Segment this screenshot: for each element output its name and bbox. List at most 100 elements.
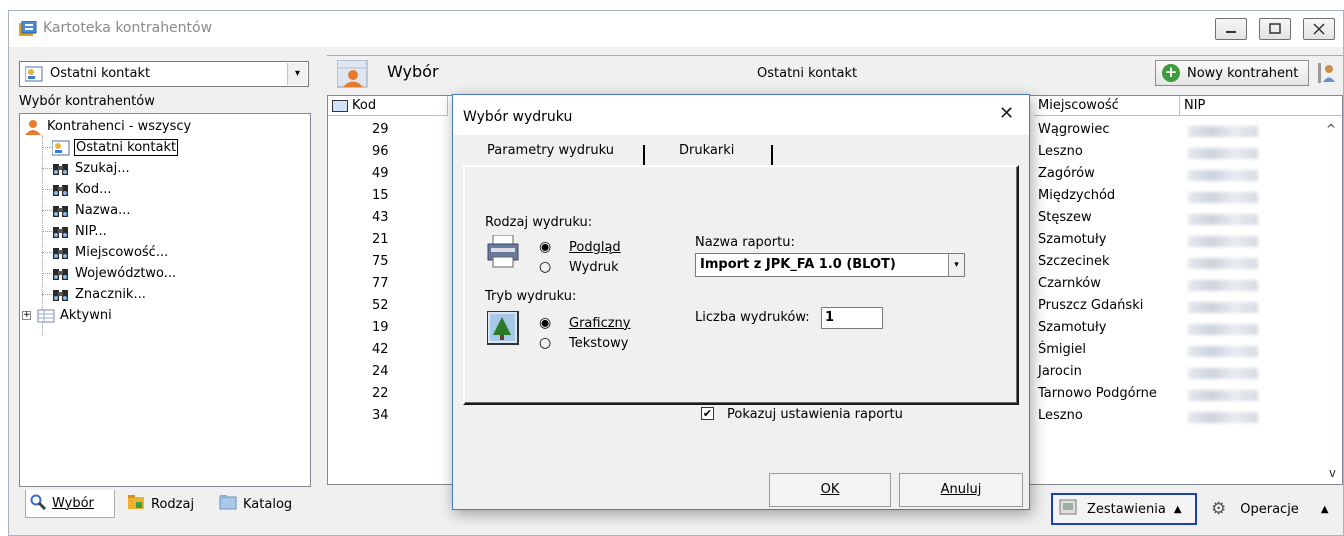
ok-button[interactable]: OK bbox=[769, 473, 891, 507]
kod-cell[interactable]: 75 bbox=[372, 254, 389, 269]
report-icon bbox=[1059, 499, 1077, 519]
tree-item-kod[interactable]: Kod... bbox=[52, 179, 111, 200]
tree-item-szukaj[interactable]: Szukaj... bbox=[52, 158, 130, 179]
tree-item-ostatni[interactable]: Ostatni kontakt bbox=[51, 137, 179, 158]
nip-cell-redacted[interactable] bbox=[1188, 148, 1258, 159]
city-cell[interactable]: Jarocin bbox=[1038, 364, 1082, 379]
chevron-down-icon[interactable]: ▾ bbox=[948, 254, 964, 276]
tab-rodzaj[interactable]: Rodzaj bbox=[123, 490, 211, 518]
chevron-down-icon[interactable]: ▾ bbox=[287, 63, 307, 85]
column-icon bbox=[332, 99, 348, 112]
city-cell[interactable]: Leszno bbox=[1038, 144, 1083, 159]
show-settings-checkbox[interactable]: ✔ bbox=[701, 407, 714, 420]
folder-color-icon bbox=[127, 494, 145, 514]
tree-item-all[interactable]: Kontrahenci - wszyscy bbox=[24, 116, 191, 137]
city-cell[interactable]: Leszno bbox=[1038, 408, 1083, 423]
kod-cell[interactable]: 42 bbox=[372, 342, 389, 357]
nip-cell-redacted[interactable] bbox=[1188, 390, 1258, 401]
report-name-combo[interactable]: Import z JPK_FA 1.0 (BLOT) ▾ bbox=[695, 253, 965, 277]
tree-item-wojewodztwo[interactable]: Województwo... bbox=[52, 263, 176, 284]
city-cell[interactable]: Śmigiel bbox=[1038, 342, 1086, 357]
nazwa-label: Nazwa raportu: bbox=[695, 235, 795, 250]
print-dialog: Wybór wydruku ✕ Parametry wydruku Drukar… bbox=[452, 94, 1030, 510]
app-icon bbox=[19, 20, 37, 37]
liczba-label: Liczba wydruków: bbox=[695, 310, 810, 325]
minimize-button[interactable] bbox=[1215, 18, 1247, 40]
city-cell[interactable]: Czarnków bbox=[1038, 276, 1101, 291]
column-header-nip[interactable]: NIP bbox=[1180, 96, 1342, 116]
tab-wybor[interactable]: Wybór bbox=[25, 490, 115, 518]
nip-cell-redacted[interactable] bbox=[1188, 126, 1258, 137]
nip-cell-redacted[interactable] bbox=[1188, 280, 1258, 291]
new-contractor-button[interactable]: + Nowy kontrahent bbox=[1155, 60, 1309, 86]
kod-cell[interactable]: 15 bbox=[372, 188, 389, 203]
radio-tekstowy[interactable]: ○ Tekstowy bbox=[539, 335, 628, 351]
city-cell[interactable]: Międzychód bbox=[1038, 188, 1115, 203]
tab-separator bbox=[643, 145, 645, 165]
column-header-city[interactable]: Miejscowość bbox=[1034, 96, 1180, 116]
nip-cell-redacted[interactable] bbox=[1188, 368, 1258, 379]
cancel-button[interactable]: Anuluj bbox=[899, 473, 1023, 507]
city-cell[interactable]: Szamotuły bbox=[1038, 320, 1106, 335]
city-cell[interactable]: Pruszcz Gdański bbox=[1038, 298, 1143, 313]
city-cell[interactable]: Tarnowo Podgórne bbox=[1038, 386, 1157, 401]
radio-wydruk[interactable]: ○ Wydruk bbox=[539, 259, 619, 275]
nip-cell-redacted[interactable] bbox=[1188, 412, 1258, 423]
scroll-up-icon[interactable]: ^ bbox=[1326, 122, 1336, 136]
checkbox-label: Pokazuj ustawienia raportu bbox=[727, 407, 903, 422]
tree-item-miejscowosc[interactable]: Miejscowość... bbox=[52, 242, 168, 263]
kod-cell[interactable]: 22 bbox=[372, 386, 389, 401]
table-icon bbox=[37, 308, 55, 324]
nip-cell-redacted[interactable] bbox=[1188, 170, 1258, 181]
tree-item-aktywni[interactable]: + Aktywni bbox=[22, 305, 112, 326]
maximize-button[interactable] bbox=[1259, 18, 1291, 40]
nip-cell-redacted[interactable] bbox=[1188, 236, 1258, 247]
scroll-down-icon[interactable]: v bbox=[1329, 466, 1336, 480]
kod-cell[interactable]: 24 bbox=[372, 364, 389, 379]
radio-graficzny[interactable]: ◉ Graficzny bbox=[539, 315, 630, 331]
tab-separator bbox=[771, 145, 773, 165]
binoculars-icon bbox=[52, 161, 70, 177]
kod-cell[interactable]: 34 bbox=[372, 408, 389, 423]
close-window-button[interactable] bbox=[1303, 18, 1335, 40]
kod-cell[interactable]: 29 bbox=[372, 122, 389, 137]
tree-item-nip[interactable]: NIP... bbox=[52, 221, 107, 242]
copies-input[interactable]: 1 bbox=[821, 307, 883, 329]
chevron-up-icon: ▲ bbox=[1320, 503, 1329, 515]
kod-cell[interactable]: 96 bbox=[372, 144, 389, 159]
city-cell[interactable]: Wągrowiec bbox=[1038, 122, 1109, 137]
column-header-kod[interactable]: Kod bbox=[328, 96, 448, 116]
filter-combo[interactable]: Ostatni kontakt ▾ bbox=[19, 61, 309, 87]
kod-cell[interactable]: 19 bbox=[372, 320, 389, 335]
tree-item-znacznik[interactable]: Znacznik... bbox=[52, 284, 146, 305]
edit-person-icon[interactable] bbox=[1317, 62, 1337, 88]
tab-parametry[interactable]: Parametry wydruku bbox=[487, 143, 614, 167]
tab-katalog[interactable]: Katalog bbox=[215, 490, 311, 518]
nip-cell-redacted[interactable] bbox=[1188, 302, 1258, 313]
expand-icon[interactable]: + bbox=[22, 311, 31, 320]
kod-cell[interactable]: 77 bbox=[372, 276, 389, 291]
tab-drukarki[interactable]: Drukarki bbox=[679, 143, 734, 158]
chevron-up-icon: ▲ bbox=[1173, 503, 1182, 515]
nip-cell-redacted[interactable] bbox=[1188, 258, 1258, 269]
nip-cell-redacted[interactable] bbox=[1188, 324, 1258, 335]
nip-cell-redacted[interactable] bbox=[1188, 214, 1258, 225]
kod-cell[interactable]: 49 bbox=[372, 166, 389, 181]
city-cell[interactable]: Szamotuły bbox=[1038, 232, 1106, 247]
dialog-close-icon[interactable]: ✕ bbox=[999, 103, 1014, 124]
maximize-icon bbox=[1269, 23, 1281, 34]
kod-cell[interactable]: 52 bbox=[372, 298, 389, 313]
nip-cell-redacted[interactable] bbox=[1188, 346, 1258, 357]
radio-podglad[interactable]: ◉ Podgląd bbox=[539, 239, 621, 255]
city-cell[interactable]: Zagórów bbox=[1038, 166, 1095, 181]
kod-cell[interactable]: 43 bbox=[372, 210, 389, 225]
city-cell[interactable]: Stęszew bbox=[1038, 210, 1092, 225]
zestawienia-button[interactable]: Zestawienia ▲ bbox=[1051, 493, 1197, 525]
operacje-button[interactable]: ⚙ Operacje ▲ bbox=[1203, 495, 1341, 523]
nip-cell-redacted[interactable] bbox=[1188, 192, 1258, 203]
city-cell[interactable]: Szczecinek bbox=[1038, 254, 1110, 269]
kod-cell[interactable]: 21 bbox=[372, 232, 389, 247]
binoculars-icon bbox=[52, 224, 70, 240]
tree-item-nazwa[interactable]: Nazwa... bbox=[52, 200, 131, 221]
minimize-icon bbox=[1226, 31, 1236, 33]
